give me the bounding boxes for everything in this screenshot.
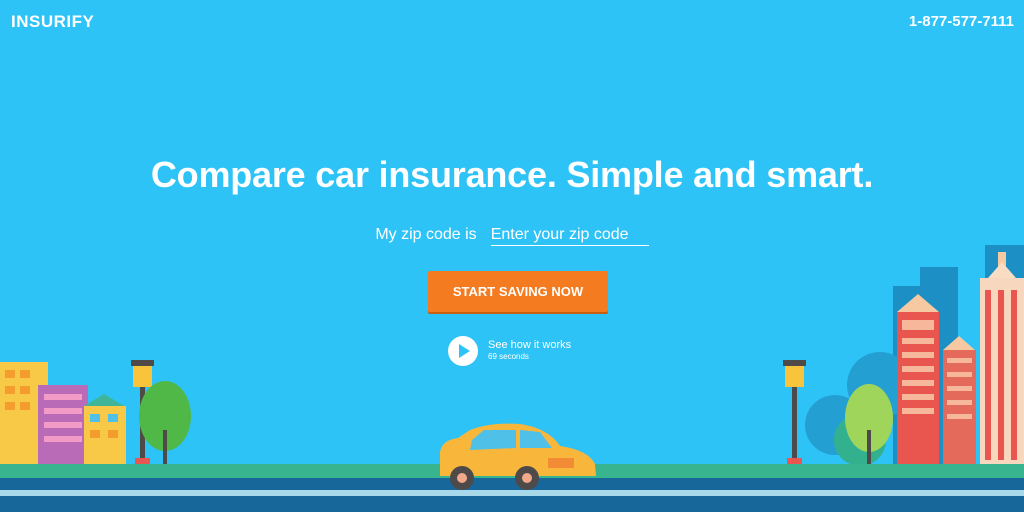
- video-duration: 69 seconds: [488, 352, 529, 361]
- play-icon[interactable]: [448, 336, 478, 366]
- building-icon: [897, 294, 939, 466]
- hero-headline: Compare car insurance. Simple and smart.: [150, 154, 874, 195]
- video-text: See how it works 69 seconds: [488, 339, 571, 363]
- zip-label: My zip code is: [375, 226, 477, 243]
- zip-code-input[interactable]: [490, 225, 649, 246]
- phone-number-link[interactable]: 1-877-577-7111: [909, 13, 1014, 30]
- building-icon: [943, 336, 976, 466]
- road-line: [0, 490, 1024, 496]
- city-illustration: [0, 245, 1024, 512]
- building-icon: [38, 385, 88, 466]
- building-icon: [84, 394, 126, 466]
- zip-row: My zip code is: [0, 225, 1024, 246]
- see-how-it-works-link[interactable]: See how it works 69 seconds: [448, 336, 571, 366]
- building-icon: [980, 252, 1024, 466]
- landing-page: INSURIFY 1-877-577-7111 Compare car insu…: [0, 0, 1024, 512]
- start-saving-button[interactable]: START SAVING NOW: [428, 271, 608, 312]
- street-lamp-icon: [783, 360, 806, 468]
- video-title: See how it works: [488, 339, 572, 351]
- insurify-logo[interactable]: INSURIFY: [11, 12, 94, 32]
